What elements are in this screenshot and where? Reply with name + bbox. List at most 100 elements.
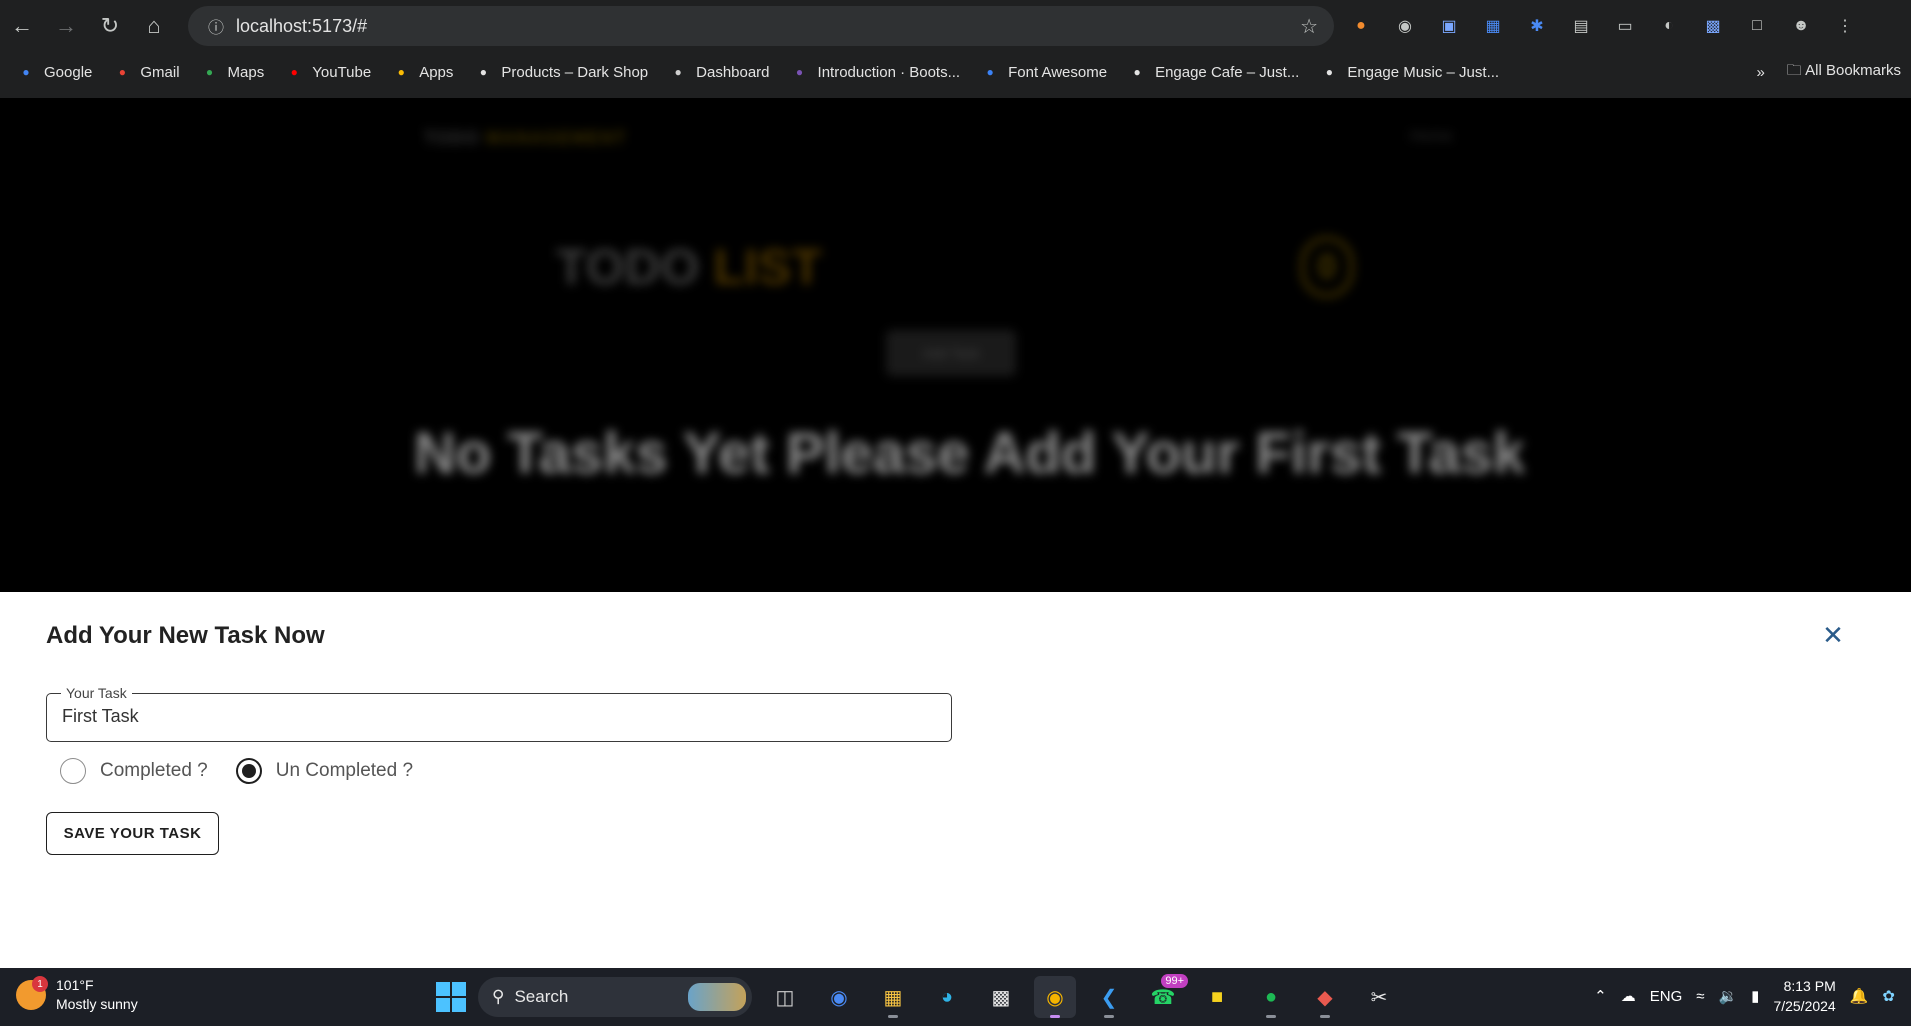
chevron-up-icon[interactable]: ⌃ — [1594, 987, 1607, 1005]
weather-text: 101°F Mostly sunny — [56, 976, 138, 1014]
microsoft-store-icon[interactable]: ▩ — [980, 976, 1022, 1018]
vscode-icon[interactable]: ❮ — [1088, 976, 1130, 1018]
notification-bell-icon[interactable]: 🔔 — [1850, 987, 1869, 1005]
radio-uncompleted-label[interactable]: Un Completed ? — [276, 760, 413, 782]
all-bookmarks[interactable]: 🗀 All Bookmarks — [1787, 60, 1901, 85]
title-text: TODO — [556, 239, 700, 295]
bookmark-item[interactable]: ● Products – Dark Shop — [463, 54, 658, 90]
close-icon[interactable]: ✕ — [1820, 622, 1846, 648]
system-tray: ⌃ ☁ ENG ≈ 🔉 ▮ 8:13 PM 7/25/2024 🔔 ✿ — [1594, 976, 1895, 1016]
extension-icon[interactable]: ● — [1346, 11, 1376, 41]
title-accent-text: LIST — [713, 239, 822, 295]
google-icon: ● — [22, 65, 30, 79]
address-url[interactable]: localhost:5173/# — [236, 16, 367, 37]
bookmark-label: Apps — [419, 63, 454, 81]
screenshot-extension-icon[interactable]: ▣ — [1434, 11, 1464, 41]
extensions-bar: ● ◉ ▣ ▦ ✱ ▤ ▭ ◐ ▩ □ ☻ ⋮ — [1346, 0, 1860, 52]
radio-completed-circle[interactable] — [60, 758, 86, 784]
running-indicator — [1266, 1015, 1276, 1018]
all-bookmarks-label: All Bookmarks — [1805, 61, 1901, 79]
address-bar[interactable]: ⓘ localhost:5173/# ☆ — [188, 6, 1334, 46]
status-radio-group: Completed ? Un Completed ? — [60, 758, 441, 784]
wifi-icon[interactable]: ≈ — [1696, 988, 1704, 1005]
profile-avatar-icon[interactable]: ☻ — [1786, 11, 1816, 41]
language-indicator[interactable]: ENG — [1650, 988, 1683, 1005]
zoom-app-icon[interactable]: ◉ — [818, 976, 860, 1018]
clock[interactable]: 8:13 PM 7/25/2024 — [1773, 976, 1835, 1016]
task-input[interactable] — [62, 706, 932, 727]
bookmark-item[interactable]: ● Maps — [190, 54, 275, 90]
copilot-icon[interactable]: ✿ — [1882, 987, 1895, 1005]
bookmark-item[interactable]: ● Google — [6, 54, 102, 90]
edge-browser-icon[interactable]: ◕ — [926, 976, 968, 1018]
whatsapp-icon[interactable]: ☎ 99+ — [1142, 974, 1188, 1018]
radio-uncompleted[interactable]: Un Completed ? — [235, 758, 413, 784]
extension-icon[interactable]: ◐ — [1654, 11, 1684, 41]
home-icon[interactable]: ⌂ — [132, 0, 176, 52]
bookmark-item[interactable]: ● Font Awesome — [970, 54, 1117, 90]
snipping-tool-icon[interactable]: ✂ — [1358, 976, 1400, 1018]
battery-icon[interactable]: ▮ — [1751, 987, 1759, 1005]
translate-extension-icon[interactable]: ▦ — [1478, 11, 1508, 41]
task-count-badge: 0 — [1300, 236, 1354, 298]
chevron-double-right-icon[interactable]: » — [1756, 64, 1764, 81]
running-indicator — [1104, 1015, 1114, 1018]
search-icon: ⚲ — [492, 987, 505, 1006]
back-arrow-icon[interactable]: ← — [0, 0, 44, 52]
taskbar-search[interactable]: ⚲ Search — [478, 977, 752, 1017]
whatsapp-badge: 99+ — [1161, 974, 1188, 988]
browser-menu-icon[interactable]: ⋮ — [1830, 11, 1860, 41]
bookmark-star-icon[interactable]: ☆ — [1300, 14, 1318, 39]
page-icon: ● — [1325, 65, 1333, 79]
apps-grid-icon: ● — [397, 65, 405, 79]
chrome-browser-icon[interactable]: ◉ — [1034, 976, 1076, 1018]
forward-arrow-icon[interactable]: → — [44, 0, 88, 52]
radio-completed-label[interactable]: Completed ? — [100, 760, 208, 782]
windows-taskbar: 1 101°F Mostly sunny ⚲ Search ◫ ◉ ▦ ◕ ▩ … — [0, 968, 1911, 1026]
add-task-drawer: Add Your New Task Now ✕ Your Task Comple… — [0, 592, 1911, 968]
app-backdrop: TODO MANAGEMENT Home TODO LIST 0 Add Tas… — [0, 98, 1911, 592]
extensions-menu-icon[interactable]: □ — [1742, 11, 1772, 41]
extension-icon[interactable]: ▭ — [1610, 11, 1640, 41]
radio-uncompleted-circle[interactable] — [235, 758, 262, 784]
flag-icon: ● — [986, 65, 994, 79]
bookmark-item[interactable]: ● Introduction · Boots... — [780, 54, 971, 90]
spotify-icon[interactable]: ● — [1250, 976, 1292, 1018]
onedrive-icon[interactable]: ☁ — [1621, 987, 1636, 1005]
save-task-button[interactable]: SAVE YOUR TASK — [46, 812, 219, 855]
task-view-icon[interactable]: ◫ — [764, 976, 806, 1018]
file-explorer-icon[interactable]: ▦ — [872, 976, 914, 1018]
bookmark-label: Google — [44, 63, 93, 81]
bookmark-label: Engage Music – Just... — [1347, 63, 1500, 81]
bookmark-label: Introduction · Boots... — [817, 63, 961, 81]
bookmark-item[interactable]: ● Gmail — [102, 54, 189, 90]
puzzle-extension-icon[interactable]: ✱ — [1522, 11, 1552, 41]
radio-selected-dot — [241, 764, 256, 778]
bookmark-label: Maps — [227, 63, 265, 81]
bookmark-item[interactable]: ● Dashboard — [658, 54, 779, 90]
clock-date: 7/25/2024 — [1773, 998, 1836, 1014]
drawer-title: Add Your New Task Now — [46, 622, 325, 649]
bookmark-item[interactable]: ● Engage Cafe – Just... — [1117, 54, 1309, 90]
postman-app-icon[interactable]: ■ — [1196, 976, 1238, 1018]
bookmark-item[interactable]: ● YouTube — [274, 54, 381, 90]
windows-start-icon[interactable] — [436, 982, 466, 1012]
bookmark-item[interactable]: ● Engage Music – Just... — [1309, 54, 1509, 90]
search-highlight-image — [688, 983, 746, 1011]
site-info-icon[interactable]: ⓘ — [196, 14, 236, 38]
weather-desc: Mostly sunny — [56, 996, 138, 1012]
extension-icon[interactable]: ◉ — [1390, 11, 1420, 41]
active-indicator — [1050, 1015, 1060, 1018]
weather-widget[interactable]: 1 101°F Mostly sunny — [16, 976, 138, 1014]
extension-icon[interactable]: ▩ — [1698, 11, 1728, 41]
task-field: Your Task — [46, 685, 952, 742]
radio-completed[interactable]: Completed ? — [60, 758, 208, 784]
git-app-icon[interactable]: ◆ — [1304, 976, 1346, 1018]
page-icon: ● — [479, 65, 488, 79]
bookmark-item[interactable]: ● Apps — [381, 54, 463, 90]
volume-icon[interactable]: 🔉 — [1718, 987, 1737, 1005]
extension-icon[interactable]: ▤ — [1566, 11, 1596, 41]
weather-badge: 1 — [32, 976, 48, 992]
page-title: TODO LIST — [556, 238, 822, 296]
reload-icon[interactable]: ↻ — [88, 0, 132, 52]
